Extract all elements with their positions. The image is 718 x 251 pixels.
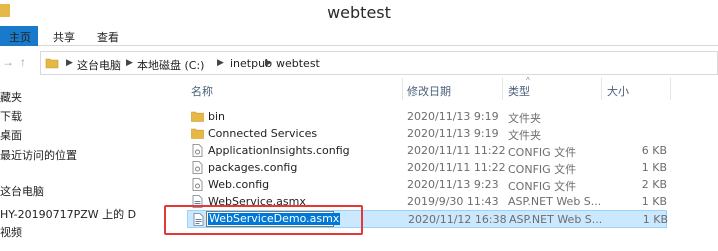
nav-item-videos[interactable]: 视频 <box>0 224 22 240</box>
folder-icon <box>191 128 204 139</box>
tab-home[interactable]: 主页 <box>9 29 31 45</box>
breadcrumb-webtest[interactable]: webtest <box>276 57 320 70</box>
column-name[interactable]: 名称 <box>191 83 213 99</box>
file-row[interactable]: ApplicationInsights.config 2020/11/11 11… <box>187 142 667 160</box>
file-type: ASP.NET Web S... <box>508 195 602 208</box>
nav-item-network-drive[interactable]: HY-20190717PZW 上的 D <box>0 206 136 222</box>
file-modified: 2019/9/30 11:43 <box>407 195 499 208</box>
file-type: CONFIG 文件 <box>508 163 577 176</box>
file-modified: 2020/11/13 9:19 <box>407 127 499 140</box>
chevron-right-icon[interactable]: ▶ <box>217 57 224 68</box>
file-type: CONFIG 文件 <box>508 180 577 193</box>
file-modified: 2020/11/11 11:22 <box>407 161 506 174</box>
column-divider[interactable] <box>502 78 503 100</box>
column-header: ^ 名称 修改日期 类型 大小 <box>170 76 718 102</box>
folder-icon <box>45 58 59 69</box>
column-divider[interactable] <box>402 78 403 100</box>
file-size: 6 KB <box>641 144 667 157</box>
file-type: CONFIG 文件 <box>508 146 577 159</box>
file-type: ASP.NET Web S... <box>509 213 603 226</box>
config-file-icon <box>192 178 203 191</box>
file-name: ApplicationInsights.config <box>208 144 350 157</box>
file-name: Web.config <box>208 178 270 191</box>
config-file-icon <box>192 144 203 157</box>
ribbon: 主页 共享 查看 <box>0 26 718 46</box>
column-size[interactable]: 大小 <box>607 83 629 99</box>
window-title: webtest <box>327 3 391 22</box>
file-size: 1 KB <box>641 161 667 174</box>
column-divider[interactable] <box>670 78 671 100</box>
file-modified: 2020/11/13 9:19 <box>407 110 499 123</box>
chevron-right-icon[interactable]: ▶ <box>126 57 133 68</box>
column-modified[interactable]: 修改日期 <box>407 83 451 99</box>
up-arrow-icon[interactable]: ↑ <box>20 55 26 69</box>
config-file-icon <box>192 161 203 174</box>
column-divider[interactable] <box>601 78 602 100</box>
file-row[interactable]: packages.config 2020/11/11 11:22 CONFIG … <box>187 159 667 177</box>
title-bar: webtest <box>0 0 718 26</box>
file-size: 1 KB <box>642 213 668 226</box>
file-size: 2 KB <box>641 178 667 191</box>
breadcrumb-this-pc[interactable]: 这台电脑 <box>77 57 121 73</box>
nav-item-favorites[interactable]: 藏夹 <box>0 89 22 105</box>
nav-item-this-pc[interactable]: 这台电脑 <box>0 183 44 199</box>
file-row[interactable]: Connected Services 2020/11/13 9:19 文件夹 <box>187 125 667 143</box>
tab-share[interactable]: 共享 <box>53 29 75 45</box>
address-row: → ↑ ▶ 这台电脑 ▶ 本地磁盘 (C:) ▶ inetpub ▶ webte… <box>0 47 718 77</box>
breadcrumb-local-disk[interactable]: 本地磁盘 (C:) <box>137 57 204 73</box>
file-name: bin <box>208 110 226 123</box>
file-row[interactable]: Web.config 2020/11/13 9:23 CONFIG 文件 2 K… <box>187 176 667 194</box>
chevron-right-icon[interactable]: ▶ <box>66 57 73 68</box>
nav-item-recent-places[interactable]: 最近访问的位置 <box>0 147 77 163</box>
chevron-right-icon[interactable]: ▶ <box>265 57 272 68</box>
navigation-pane: 藏夹 下载 桌面 最近访问的位置 这台电脑 HY-20190717PZW 上的 … <box>0 78 170 251</box>
tab-view[interactable]: 查看 <box>97 29 119 45</box>
file-modified: 2020/11/12 16:38 <box>408 213 507 226</box>
highlight-annotation <box>164 205 363 235</box>
file-type: 文件夹 <box>508 129 541 142</box>
file-modified: 2020/11/11 11:22 <box>407 144 506 157</box>
file-row[interactable]: bin 2020/11/13 9:19 文件夹 <box>187 108 667 126</box>
nav-item-downloads[interactable]: 下载 <box>0 108 22 124</box>
file-modified: 2020/11/13 9:23 <box>407 178 499 191</box>
folder-icon <box>191 111 204 122</box>
column-type[interactable]: 类型 <box>508 83 530 99</box>
file-type: 文件夹 <box>508 112 541 125</box>
file-name: Connected Services <box>208 127 318 140</box>
nav-item-desktop[interactable]: 桌面 <box>0 127 22 143</box>
file-size: 1 KB <box>641 195 667 208</box>
file-name: packages.config <box>208 161 298 174</box>
forward-arrow-icon[interactable]: → <box>2 55 14 69</box>
address-bar[interactable]: ▶ 这台电脑 ▶ 本地磁盘 (C:) ▶ inetpub ▶ webtest <box>40 51 718 75</box>
